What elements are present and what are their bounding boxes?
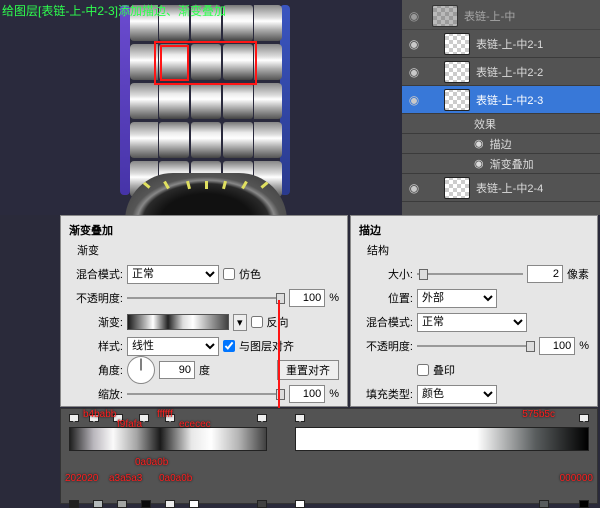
align-label: 与图层对齐 (239, 338, 294, 354)
fx-stroke[interactable]: ◉ 描边 (402, 134, 600, 154)
gradient-editor[interactable]: b4babb f9fafa ffffff ececec 0a0a0b 20202… (60, 408, 598, 504)
overprint-checkbox[interactable] (417, 364, 429, 376)
layer-row-selected[interactable]: ◉ 表链-上-中2-3 (402, 86, 600, 114)
visibility-icon[interactable]: ◉ (406, 9, 422, 23)
stroke-panel: 描边 结构 大小: 像素 位置: 外部 混合模式: 正常 不透明度: % 叠印 … (350, 215, 598, 407)
stop-label: 575b5c (522, 409, 555, 420)
blend-label: 混合模式: (359, 314, 413, 330)
instruction-text: 给图层[表链-上-中2-3]添加描边、渐变叠加 (2, 2, 226, 19)
selection-inner (160, 45, 189, 81)
layer-thumb (444, 89, 470, 111)
visibility-icon[interactable]: ◉ (406, 93, 422, 107)
layer-row[interactable]: ◉ 表链-上-中 (402, 2, 600, 30)
layer-name: 表链-上-中2-4 (476, 180, 543, 196)
opacity-input[interactable] (539, 337, 575, 355)
visibility-icon[interactable]: ◉ (406, 65, 422, 79)
pct: % (329, 292, 339, 304)
overprint-label: 叠印 (433, 362, 455, 378)
size-input[interactable] (527, 265, 563, 283)
gradient-overlay-panel: 渐变叠加 渐变 混合模式: 正常 仿色 不透明度: % 渐变: ▾ 反向 样式:… (60, 215, 348, 407)
visibility-icon[interactable]: ◉ (406, 37, 422, 51)
stop-label: 000000 (560, 473, 593, 484)
opacity-slider[interactable] (417, 340, 535, 352)
gradient-preview[interactable] (127, 314, 229, 330)
watch-artwork (100, 5, 310, 210)
layer-row[interactable]: ◉ 表链-上-中2-4 (402, 174, 600, 202)
opacity-input[interactable] (289, 289, 325, 307)
style-label: 样式: (69, 338, 123, 354)
layers-panel[interactable]: ◉ 表链-上-中 ◉ 表链-上-中2-1 ◉ 表链-上-中2-2 ◉ 表链-上-… (402, 0, 600, 215)
opacity-label: 不透明度: (69, 290, 123, 306)
dither-label: 仿色 (239, 266, 261, 282)
layer-name: 表链-上-中2-1 (476, 36, 543, 52)
layer-name: 表链-上-中2-2 (476, 64, 543, 80)
pct: % (329, 388, 339, 400)
size-slider[interactable] (417, 268, 523, 280)
layer-row[interactable]: ◉ 表链-上-中2-2 (402, 58, 600, 86)
layer-thumb (444, 33, 470, 55)
fx-header[interactable]: 效果 (402, 114, 600, 134)
visibility-icon[interactable]: ◉ (406, 181, 422, 195)
opacity-label: 不透明度: (359, 338, 413, 354)
layer-thumb (444, 61, 470, 83)
stop-label: a3a5a3 (109, 473, 142, 484)
position-label: 位置: (359, 290, 413, 306)
stop-label: ffffff (157, 409, 173, 420)
align-checkbox[interactable] (223, 340, 235, 352)
canvas-area (0, 0, 400, 215)
scale-slider[interactable] (127, 388, 285, 400)
group-title: 结构 (367, 242, 589, 258)
panel-title: 渐变叠加 (69, 222, 339, 238)
scale-label: 缩放: (69, 386, 123, 402)
fx-gradient-overlay[interactable]: ◉ 渐变叠加 (402, 154, 600, 174)
filltype-select[interactable]: 颜色 (417, 385, 497, 404)
angle-label: 角度: (69, 362, 123, 378)
style-select[interactable]: 线性 (127, 337, 219, 356)
dropdown-icon[interactable]: ▾ (233, 314, 247, 331)
size-unit: 像素 (567, 266, 589, 282)
scale-input[interactable] (289, 385, 325, 403)
angle-unit: 度 (199, 362, 210, 378)
reverse-checkbox[interactable] (251, 316, 263, 328)
position-select[interactable]: 外部 (417, 289, 497, 308)
blend-mode-select[interactable]: 正常 (127, 265, 219, 284)
stop-label: 202020 (65, 473, 98, 484)
stop-label: b4babb (83, 409, 116, 420)
gradient-bar-right[interactable]: 575b5c 000000 (295, 427, 589, 495)
arrow-annotation (278, 300, 280, 422)
filltype-label: 填充类型: (359, 386, 413, 402)
dither-checkbox[interactable] (223, 268, 235, 280)
layer-name: 表链-上-中 (464, 8, 515, 24)
layer-thumb (444, 177, 470, 199)
stop-label: 0a0a0b (135, 457, 168, 468)
stop-label: ececec (179, 419, 211, 430)
panel-title: 描边 (359, 222, 589, 238)
stop-label: f9fafa (117, 419, 142, 430)
opacity-slider[interactable] (127, 292, 285, 304)
blend-label: 混合模式: (69, 266, 123, 282)
blend-select[interactable]: 正常 (417, 313, 527, 332)
angle-dial[interactable] (127, 356, 155, 384)
layer-name: 表链-上-中2-3 (476, 92, 543, 108)
stop-label: 0a0a0b (159, 473, 192, 484)
group-title: 渐变 (77, 242, 339, 258)
pct: % (579, 340, 589, 352)
gradient-bar-left[interactable]: b4babb f9fafa ffffff ececec 0a0a0b 20202… (69, 427, 267, 495)
angle-input[interactable] (159, 361, 195, 379)
layer-row[interactable]: ◉ 表链-上-中2-1 (402, 30, 600, 58)
layer-thumb (432, 5, 458, 27)
reset-align-button[interactable]: 重置对齐 (277, 360, 339, 380)
size-label: 大小: (359, 266, 413, 282)
gradient-label: 渐变: (69, 314, 123, 330)
